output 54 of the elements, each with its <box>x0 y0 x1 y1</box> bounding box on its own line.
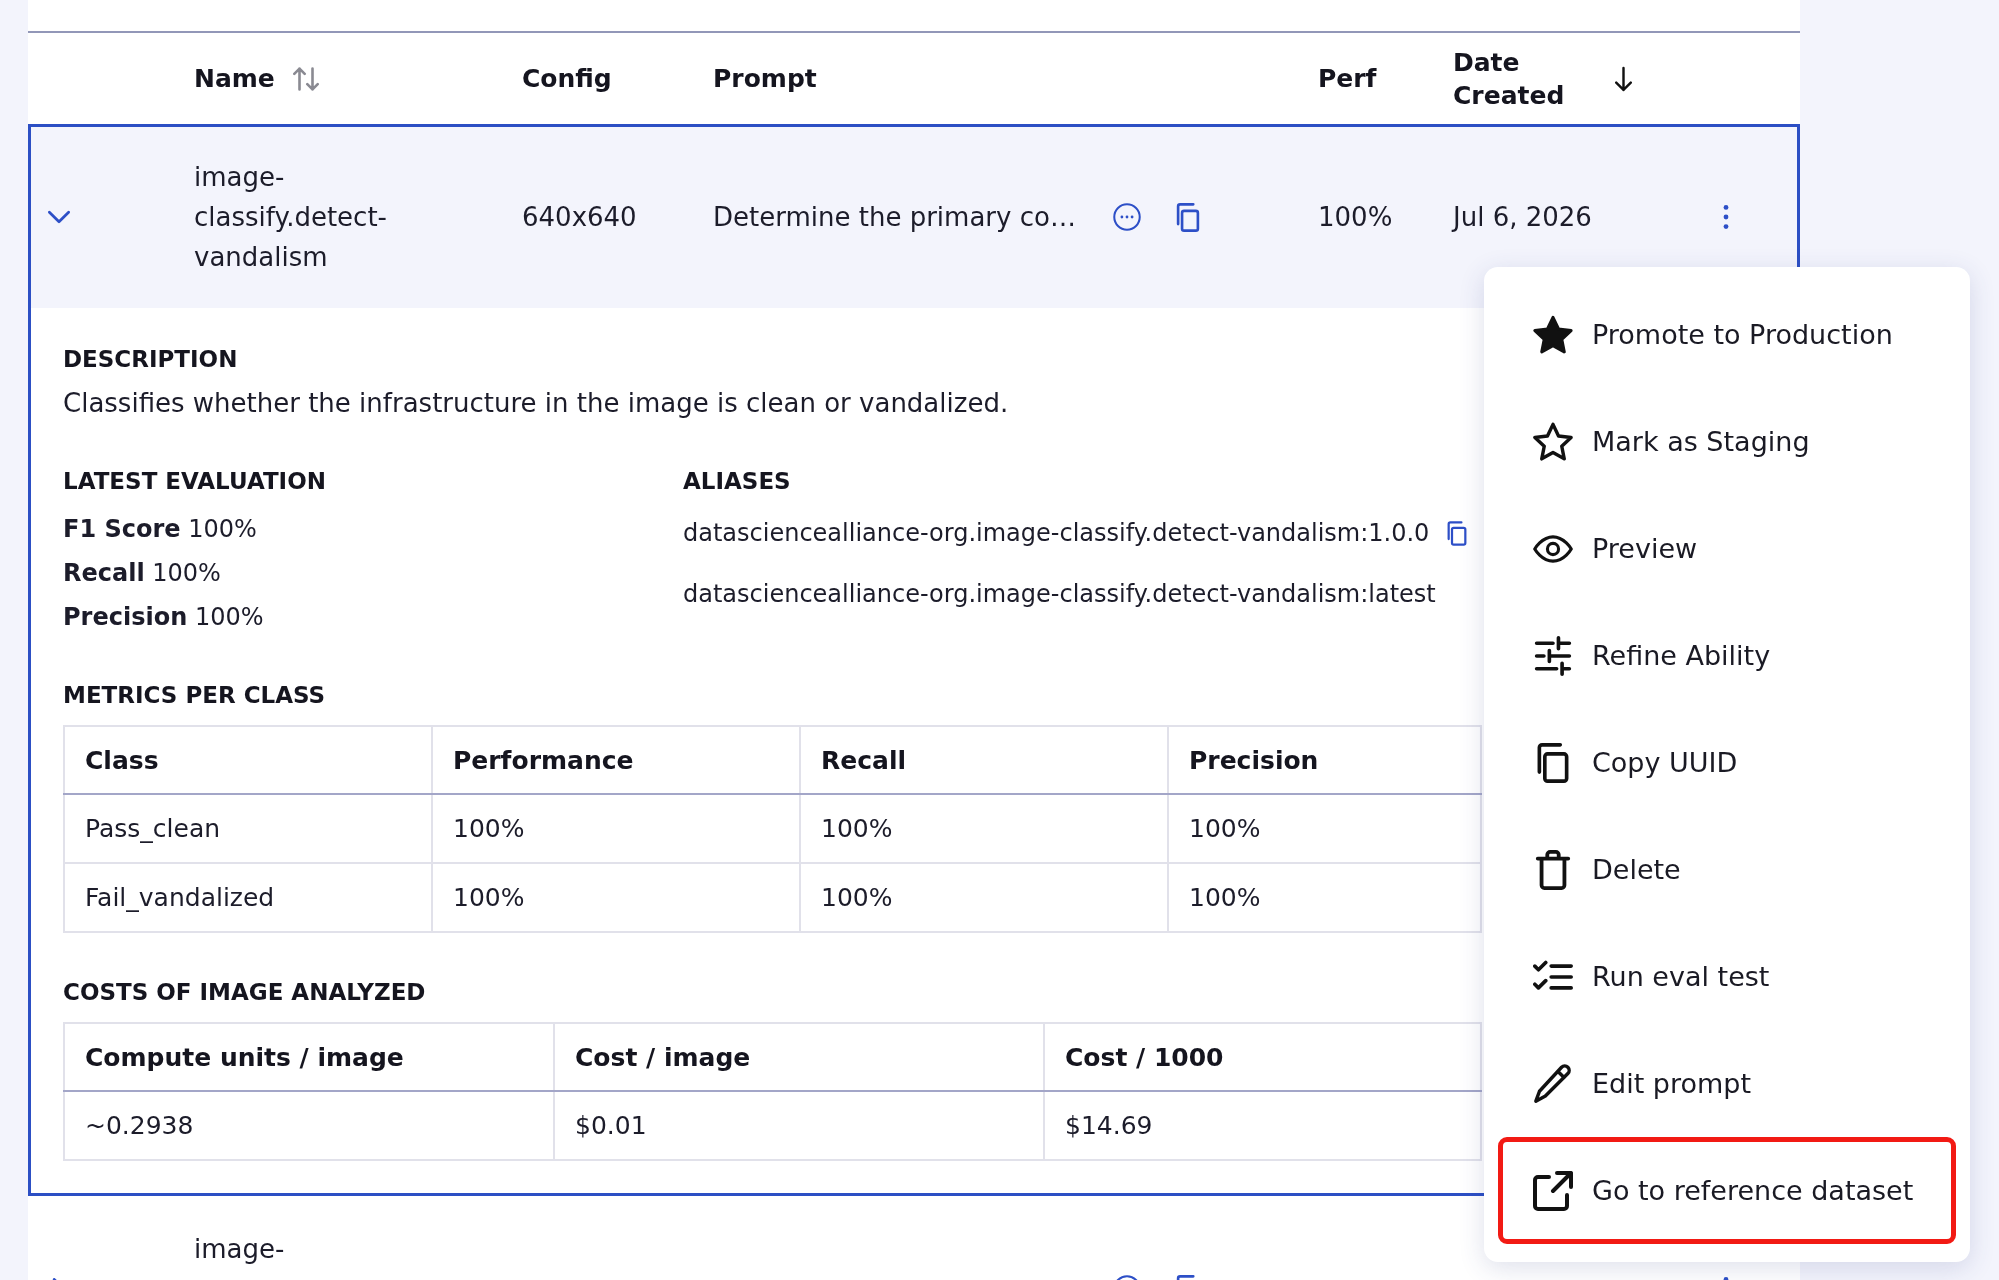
evaluation-metric: Precision 100% <box>63 602 264 633</box>
table-cell: 100% <box>432 794 800 863</box>
column-header: Config <box>522 63 612 95</box>
pencil-icon <box>1533 1063 1573 1104</box>
sort-descending-icon[interactable] <box>1615 64 1632 93</box>
model-name: image-classify.detect-vandalism <box>194 161 388 274</box>
table-cell: 100% <box>800 863 1168 932</box>
chevron-down-icon[interactable] <box>48 210 70 224</box>
sliders-icon <box>1533 635 1573 676</box>
table-cell: 100% <box>800 794 1168 863</box>
alias-text: datasciencealliance-org.image-classify.detect-vandalism:latest <box>683 579 1436 610</box>
star-icon <box>1533 314 1573 355</box>
section-title: METRICS PER CLASS <box>63 681 326 710</box>
table-cell: Pass_clean <box>64 794 432 863</box>
sort-icon[interactable] <box>292 66 319 91</box>
table-header-cell: Performance <box>432 726 800 794</box>
copy-icon[interactable] <box>1176 202 1200 232</box>
trash-icon <box>1533 849 1573 890</box>
section-title: COSTS OF IMAGE ANALYZED <box>63 978 426 1007</box>
section-title: DESCRIPTION <box>63 345 238 374</box>
evaluation-metric: Recall 100% <box>63 558 221 589</box>
table-header-cell: Class <box>64 726 432 794</box>
external-link-icon <box>1533 1170 1573 1211</box>
menu-item[interactable]: Go to reference dataset <box>1498 1137 1956 1244</box>
table-header-cell: Cost / image <box>554 1023 1044 1091</box>
section-title: ALIASES <box>683 467 791 496</box>
star-outline-icon <box>1533 421 1573 462</box>
perf-value: 100% <box>1318 202 1393 232</box>
table-header-cell: Recall <box>800 726 1168 794</box>
column-header[interactable]: Date Created <box>1453 45 1603 112</box>
column-header[interactable]: Name <box>194 62 275 95</box>
prompt-text: Determine the primary co… <box>713 202 1076 232</box>
date-created: Jul 6, 2026 <box>1453 202 1592 232</box>
copy-icon[interactable] <box>1447 520 1468 546</box>
model-name: image- <box>194 1233 286 1266</box>
table-header-cell: Cost / 1000 <box>1044 1023 1481 1091</box>
table-cell: $14.69 <box>1044 1091 1481 1160</box>
table-cell: $0.01 <box>554 1091 1044 1160</box>
table-header-cell: Compute units / image <box>64 1023 554 1091</box>
table-header-cell: Precision <box>1168 726 1481 794</box>
table-cell: Fail_vandalized <box>64 863 432 932</box>
column-header: Prompt <box>713 63 817 95</box>
kebab-menu-icon[interactable] <box>1723 205 1729 229</box>
table-cell: ~0.2938 <box>64 1091 554 1160</box>
ellipsis-circle-icon[interactable] <box>1113 203 1141 231</box>
section-title: LATEST EVALUATION <box>63 467 326 496</box>
description-text: Classifies whether the infrastructure in the image is clean or vandalized. <box>63 387 1009 419</box>
column-header: Perf <box>1318 63 1377 95</box>
config-value: 640x640 <box>522 202 637 232</box>
alias-text: datasciencealliance-org.image-classify.detect-vandalism:1.0.0 <box>683 518 1430 549</box>
table-cell: 100% <box>1168 863 1481 932</box>
table-cell: 100% <box>432 863 800 932</box>
table-cell: 100% <box>1168 794 1481 863</box>
evaluation-metric: F1 Score 100% <box>63 514 257 545</box>
